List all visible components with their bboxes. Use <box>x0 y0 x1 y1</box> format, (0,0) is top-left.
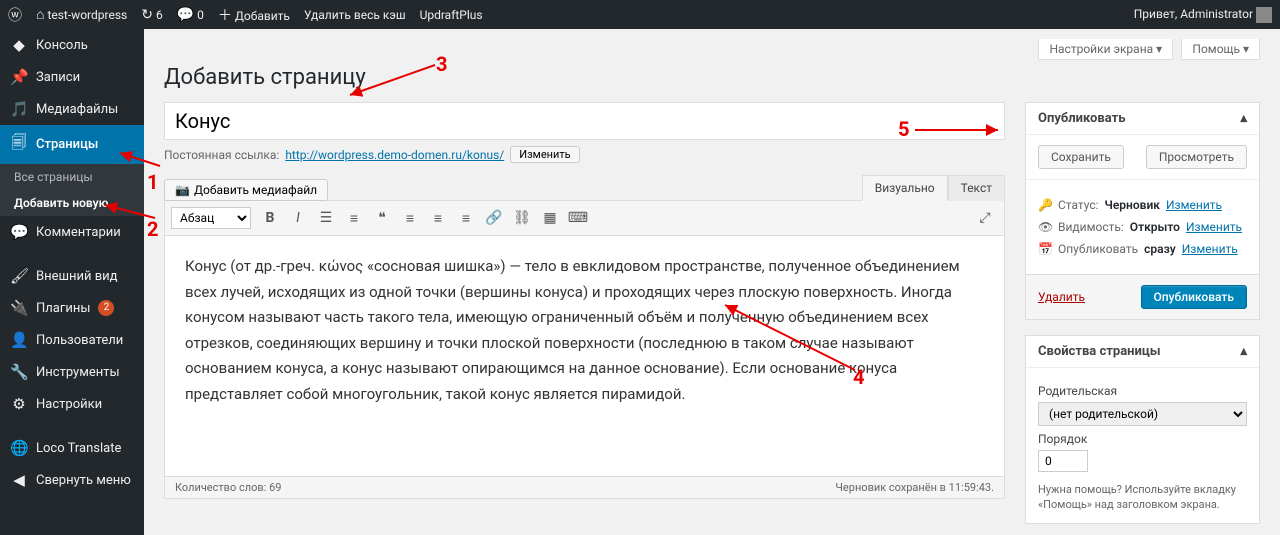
pages-icon: 🗐 <box>10 132 28 157</box>
help-button[interactable]: Помощь ▾ <box>1181 39 1260 60</box>
publish-button[interactable]: Опубликовать <box>1141 285 1247 309</box>
dashboard-icon: ◆ <box>10 36 28 54</box>
wp-logo-icon[interactable]: ⓦ <box>8 5 22 25</box>
menu-settings[interactable]: ⚙Настройки <box>0 388 144 420</box>
settings-icon: ⚙ <box>10 395 28 413</box>
post-title-input[interactable] <box>164 102 1005 140</box>
edit-schedule-link[interactable]: Изменить <box>1182 242 1238 256</box>
clear-cache-link[interactable]: Удалить весь кэш <box>304 8 406 22</box>
link-button[interactable]: 🔗 <box>481 205 507 231</box>
key-icon: 🔑 <box>1038 198 1052 212</box>
save-draft-button[interactable]: Сохранить <box>1038 145 1124 169</box>
admin-sidemenu: ◆Консоль 📌Записи 🎵Медиафайлы 🗐Страницы В… <box>0 29 144 535</box>
publish-metabox: Опубликовать▴ Сохранить Просмотреть 🔑Ста… <box>1025 102 1260 320</box>
edit-status-link[interactable]: Изменить <box>1166 198 1222 212</box>
ol-button[interactable]: ≡ <box>341 205 367 231</box>
ul-button[interactable]: ☰ <box>313 205 339 231</box>
media-icon: 🎵 <box>10 100 28 118</box>
permalink-url[interactable]: http://wordpress.demo-domen.ru/konus/ <box>285 148 504 162</box>
tab-text[interactable]: Текст <box>948 175 1005 201</box>
page-attributes-metabox: Свойства страницы▴ Родительская (нет род… <box>1025 335 1260 524</box>
eye-icon: 👁 <box>1038 220 1052 234</box>
permalink-row: Постоянная ссылка: http://wordpress.demo… <box>164 146 1005 163</box>
admin-bar: ⓦ ⌂ test-wordpress ↻ 6 💬 0 ＋ Добавить Уд… <box>0 0 1280 29</box>
menu-plugins[interactable]: 🔌Плагины 2 <box>0 292 144 324</box>
add-new-link[interactable]: ＋ Добавить <box>218 5 290 25</box>
avatar <box>1256 7 1272 23</box>
editor-body[interactable]: Конус (от др.-греч. κώνος «сосновая шишк… <box>165 236 1004 476</box>
preview-button[interactable]: Просмотреть <box>1146 145 1247 169</box>
attrs-heading[interactable]: Свойства страницы▴ <box>1026 336 1259 368</box>
greeting-link[interactable]: Привет, Administrator <box>1134 7 1272 23</box>
tab-visual[interactable]: Визуально <box>862 175 948 201</box>
format-select[interactable]: Абзац <box>171 207 251 229</box>
menu-loco[interactable]: 🌐Loco Translate <box>0 432 144 464</box>
menu-posts[interactable]: 📌Записи <box>0 61 144 93</box>
word-count: Количество слов: 69 <box>175 481 281 494</box>
order-input[interactable] <box>1038 450 1088 472</box>
toggle-icon[interactable]: ▴ <box>1240 344 1247 359</box>
plugins-icon: 🔌 <box>10 299 28 317</box>
submenu-all-pages[interactable]: Все страницы <box>0 164 144 190</box>
menu-pages[interactable]: 🗐Страницы <box>0 125 144 164</box>
align-left-button[interactable]: ≡ <box>397 205 423 231</box>
add-media-button[interactable]: 📷Добавить медиафайл <box>164 179 328 201</box>
screen-options-button[interactable]: Настройки экрана ▾ <box>1038 39 1173 60</box>
parent-select[interactable]: (нет родительской) <box>1038 402 1247 426</box>
users-icon: 👤 <box>10 331 28 349</box>
unlink-button[interactable]: ⛓ <box>509 205 535 231</box>
publish-heading[interactable]: Опубликовать▴ <box>1026 103 1259 135</box>
menu-collapse[interactable]: ◀Свернуть меню <box>0 464 144 496</box>
site-name-link[interactable]: ⌂ test-wordpress <box>36 6 127 23</box>
keyboard-button[interactable]: ⌨ <box>565 205 591 231</box>
menu-media[interactable]: 🎵Медиафайлы <box>0 93 144 125</box>
menu-appearance[interactable]: 🖌Внешний вид <box>0 260 144 292</box>
updates-link[interactable]: ↻ 6 <box>141 7 162 23</box>
menu-dashboard[interactable]: ◆Консоль <box>0 29 144 61</box>
delete-link[interactable]: Удалить <box>1038 290 1085 304</box>
italic-button[interactable]: I <box>285 205 311 231</box>
posts-icon: 📌 <box>10 68 28 86</box>
tools-icon: 🔧 <box>10 363 28 381</box>
parent-label: Родительская <box>1038 384 1247 398</box>
editor-toolbar: Абзац B I ☰ ≡ ❝ ≡ ≡ ≡ 🔗 ⛓ ▦ ⌨ ⤢ <box>165 201 1004 236</box>
plugins-badge: 2 <box>98 300 114 316</box>
collapse-icon: ◀ <box>10 471 28 489</box>
loco-icon: 🌐 <box>10 439 28 457</box>
menu-tools[interactable]: 🔧Инструменты <box>0 356 144 388</box>
align-center-button[interactable]: ≡ <box>425 205 451 231</box>
toggle-icon[interactable]: ▴ <box>1240 111 1247 126</box>
camera-icon: 📷 <box>175 183 190 197</box>
align-right-button[interactable]: ≡ <box>453 205 479 231</box>
fullscreen-button[interactable]: ⤢ <box>972 205 998 231</box>
permalink-label: Постоянная ссылка: <box>164 148 279 162</box>
quote-button[interactable]: ❝ <box>369 205 395 231</box>
page-title: Добавить страницу <box>164 65 1260 90</box>
comments-icon: 💬 <box>10 223 28 241</box>
calendar-icon: 📅 <box>1038 242 1052 256</box>
order-label: Порядок <box>1038 432 1247 446</box>
permalink-edit-button[interactable]: Изменить <box>510 146 579 163</box>
more-button[interactable]: ▦ <box>537 205 563 231</box>
appearance-icon: 🖌 <box>10 267 28 285</box>
attrs-help: Нужна помощь? Используйте вкладку «Помощ… <box>1038 482 1247 513</box>
save-status: Черновик сохранён в 11:59:43. <box>835 481 994 494</box>
menu-comments[interactable]: 💬Комментарии <box>0 216 144 248</box>
editor-box: Абзац B I ☰ ≡ ❝ ≡ ≡ ≡ 🔗 ⛓ ▦ ⌨ ⤢ Конус (о… <box>164 200 1005 499</box>
menu-users[interactable]: 👤Пользователи <box>0 324 144 356</box>
submenu-add-page[interactable]: Добавить новую <box>0 190 144 216</box>
bold-button[interactable]: B <box>257 205 283 231</box>
edit-visibility-link[interactable]: Изменить <box>1186 220 1242 234</box>
updraft-link[interactable]: UpdraftPlus <box>420 8 483 22</box>
comments-link[interactable]: 💬 0 <box>177 7 204 23</box>
main-content: Настройки экрана ▾ Помощь ▾ Добавить стр… <box>144 29 1280 535</box>
